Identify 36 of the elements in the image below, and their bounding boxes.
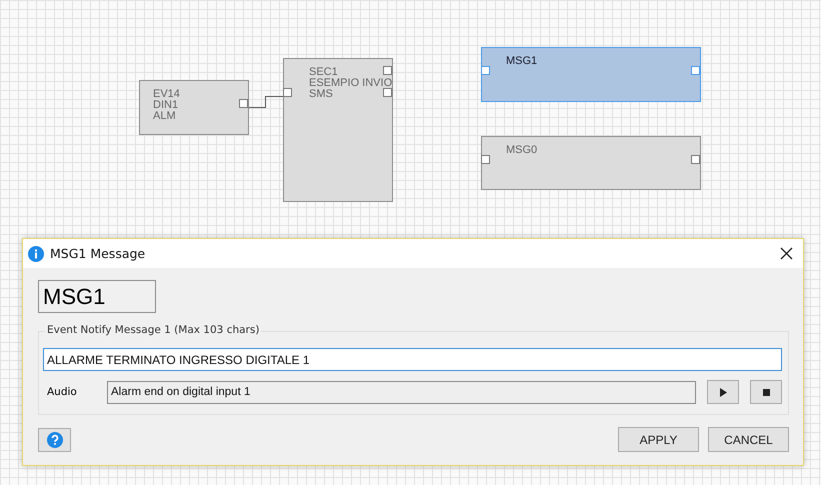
message-field[interactable]: ALLARME TERMINATO INGRESSO DIGITALE 1 <box>43 348 782 371</box>
node-label: MSG0 <box>506 145 538 156</box>
node-port[interactable] <box>691 155 700 164</box>
node-port[interactable] <box>283 88 292 97</box>
node-port[interactable] <box>383 88 392 97</box>
diagram-node[interactable]: SEC1 ESEMPIO INVIO SMS <box>283 58 393 202</box>
apply-button[interactable]: APPLY <box>618 427 699 452</box>
node-port[interactable] <box>691 66 700 75</box>
cancel-button[interactable]: CANCEL <box>708 427 789 452</box>
node-port[interactable] <box>481 155 490 164</box>
help-button[interactable] <box>38 428 71 452</box>
node-label: EV14 <box>153 89 180 100</box>
node-label: ALM <box>153 111 176 122</box>
stop-button[interactable] <box>750 380 782 404</box>
audio-label: Audio <box>46 386 78 398</box>
diagram-node[interactable]: MSG0 <box>481 136 701 190</box>
info-icon <box>28 246 44 262</box>
node-label: SEC1 <box>309 67 338 78</box>
node-label: SMS <box>309 89 333 100</box>
close-icon <box>780 247 792 260</box>
node-port[interactable] <box>383 66 392 75</box>
node-label: ESEMPIO INVIO <box>309 78 392 89</box>
node-label: MSG1 <box>506 56 538 67</box>
group-label: Event Notify Message 1 (Max 103 chars) <box>45 324 262 336</box>
audio-field[interactable]: Alarm end on digital input 1 <box>107 380 696 404</box>
node-port[interactable] <box>239 99 248 108</box>
node-port[interactable] <box>481 66 490 75</box>
window-title: MSG1 Message <box>50 246 146 261</box>
help-icon <box>46 432 62 448</box>
message-name: MSG1 <box>38 280 156 313</box>
play-button[interactable] <box>707 380 739 404</box>
diagram-node[interactable]: EV14 DIN1 ALM <box>139 80 249 135</box>
node-label: DIN1 <box>153 100 178 111</box>
diagram-node[interactable]: MSG1 <box>481 47 701 102</box>
stop-icon <box>762 388 770 396</box>
play-icon <box>720 388 726 396</box>
